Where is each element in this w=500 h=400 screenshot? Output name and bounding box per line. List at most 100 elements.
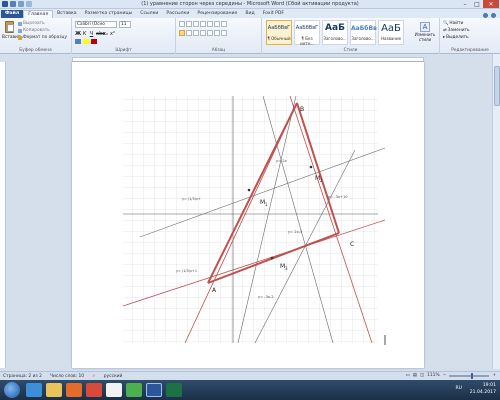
style-normal[interactable]: AaБбВвГ ¶ Обычный — [266, 20, 292, 45]
view-web-icon[interactable]: ◫ — [420, 373, 424, 378]
font-color-icon[interactable] — [91, 39, 97, 44]
proofing-icon[interactable]: ✓ — [92, 374, 96, 379]
tab-review[interactable]: Рецензирование — [193, 10, 241, 18]
zoom-slider[interactable] — [449, 372, 490, 379]
tab-page-layout[interactable]: Разметка страницы — [81, 10, 137, 18]
start-button-icon[interactable] — [4, 382, 20, 398]
style-sample: AaБ — [325, 23, 345, 33]
copy-label: Копировать — [23, 28, 50, 33]
browser-icon[interactable] — [86, 383, 102, 397]
page-count[interactable]: Страница: 2 из 2 — [3, 374, 42, 379]
style-name: ¶ Обычный — [267, 36, 291, 41]
point-m1 — [247, 188, 251, 192]
tab-mailings[interactable]: Рассылки — [162, 10, 193, 18]
bullets-icon[interactable] — [179, 21, 185, 27]
decrease-indent-icon[interactable] — [200, 21, 206, 27]
chrome-icon[interactable] — [126, 383, 142, 397]
vertical-ruler[interactable] — [0, 62, 6, 368]
tab-view[interactable]: Вид — [241, 10, 258, 18]
clock-time: 19:01 — [482, 383, 496, 388]
font-color-row — [75, 39, 97, 44]
align-left-icon[interactable] — [179, 30, 185, 36]
highlight-color-icon[interactable] — [83, 39, 89, 44]
style-sample: AaБ — [381, 23, 401, 34]
borders-icon[interactable] — [221, 30, 227, 36]
system-clock[interactable]: 19:01 21.04.2017 — [470, 382, 496, 396]
view-read-icon[interactable]: ▤ — [413, 373, 417, 378]
style-heading-2[interactable]: AaБбВв Заголово... — [350, 20, 377, 45]
eq-ac-formula: y= (1/3)x+1 — [176, 269, 197, 273]
paste-button[interactable]: Вставить — [2, 20, 23, 40]
excel-taskbar-icon[interactable] — [166, 383, 182, 397]
align-buttons — [179, 30, 227, 36]
document-page[interactable]: B A C M 1 M 2 M 3 y= 2x y= -3x+10 y= 2x-… — [72, 62, 424, 368]
font-name-select[interactable]: Calibri (Осно — [75, 21, 117, 28]
copy-icon — [18, 28, 22, 33]
find-button[interactable]: 🔍 Найти — [443, 21, 463, 26]
italic-icon[interactable]: К — [82, 31, 87, 37]
styles-group: AaБбВвГ ¶ Обычный AaБбВвГ ¶ Без инте... Aa… — [262, 18, 440, 54]
align-right-icon[interactable] — [193, 30, 199, 36]
style-title[interactable]: AaБ Название — [378, 20, 404, 45]
style-sample: AaБбВв — [351, 25, 377, 32]
copy-button[interactable]: Копировать — [18, 28, 50, 33]
superscript-icon[interactable]: x² — [110, 31, 115, 37]
bold-icon[interactable]: Ж — [75, 31, 81, 37]
zoom-out-icon[interactable]: − — [443, 373, 447, 378]
file-explorer-icon[interactable] — [46, 383, 62, 397]
keyboard-language[interactable]: RU — [455, 386, 462, 391]
tab-references[interactable]: Ссылки — [136, 10, 162, 18]
format-painter-button[interactable]: Формат по образцу — [18, 35, 67, 40]
zoom-in-icon[interactable]: + — [492, 373, 496, 378]
strikethrough-icon[interactable]: abc — [96, 31, 105, 37]
change-styles-button[interactable]: A Изменить стили — [414, 22, 436, 42]
style-heading-1[interactable]: AaБ Заголово... — [322, 20, 348, 45]
sort-icon[interactable] — [214, 21, 220, 27]
ribbon: Вставить Вырезать Копировать Формат по о… — [0, 18, 500, 54]
zoom-level[interactable]: 111% — [427, 373, 440, 378]
word-taskbar-icon[interactable] — [146, 383, 162, 397]
subscript-icon[interactable]: x₂ — [103, 31, 108, 37]
multilevel-list-icon[interactable] — [193, 21, 199, 27]
tab-foxit-pdf[interactable]: Foxit PDF — [259, 10, 288, 18]
tab-insert[interactable]: Вставка — [53, 10, 80, 18]
cut-label: Вырезать — [23, 21, 45, 26]
increase-indent-icon[interactable] — [207, 21, 213, 27]
font-group-label: Шрифт — [115, 48, 132, 53]
view-print-layout-icon[interactable]: ▭ — [406, 373, 410, 378]
language-indicator[interactable]: русский — [104, 374, 123, 379]
ribbon-tabs: Файл Главная Вставка Разметка страницы С… — [0, 9, 500, 18]
vertical-scrollbar[interactable] — [492, 54, 500, 369]
tab-home[interactable]: Главная — [23, 10, 54, 18]
find-icon: 🔍 — [443, 21, 449, 26]
internet-explorer-icon[interactable] — [26, 383, 42, 397]
justify-icon[interactable] — [200, 30, 206, 36]
replace-button[interactable]: ⇄ Заменить — [443, 28, 470, 33]
select-button[interactable]: ▸ Выделить — [443, 35, 469, 40]
align-center-icon[interactable] — [186, 30, 192, 36]
minimize-button[interactable]: – — [459, 0, 471, 8]
underline-icon[interactable]: Ч — [89, 31, 94, 37]
tab-file[interactable]: Файл — [1, 10, 24, 18]
close-button[interactable]: ✕ — [483, 0, 499, 8]
numbering-icon[interactable] — [186, 21, 192, 27]
windows-taskbar: RU 19:01 21.04.2017 — [0, 380, 500, 400]
scissors-icon — [18, 21, 22, 26]
media-player-icon[interactable] — [66, 383, 82, 397]
cut-button[interactable]: Вырезать — [18, 21, 45, 26]
yandex-icon[interactable] — [106, 383, 122, 397]
scroll-thumb[interactable] — [494, 66, 500, 106]
format-painter-label: Формат по образцу — [23, 35, 67, 40]
font-size-select[interactable]: 11 — [119, 21, 131, 28]
shading-icon[interactable] — [214, 30, 220, 36]
clipboard-group: Вставить Вырезать Копировать Формат по о… — [0, 18, 72, 54]
word-count[interactable]: Число слов: 10 — [50, 374, 84, 379]
line-spacing-icon[interactable] — [207, 30, 213, 36]
style-name: ¶ Без инте... — [300, 36, 314, 46]
replace-icon: ⇄ — [443, 28, 447, 33]
style-sample: AaБбВвГ — [267, 25, 291, 31]
style-no-spacing[interactable]: AaБбВвГ ¶ Без инте... — [294, 20, 320, 46]
text-effects-icon[interactable] — [75, 39, 81, 44]
show-marks-icon[interactable] — [221, 21, 227, 27]
maximize-button[interactable]: □ — [471, 0, 483, 8]
